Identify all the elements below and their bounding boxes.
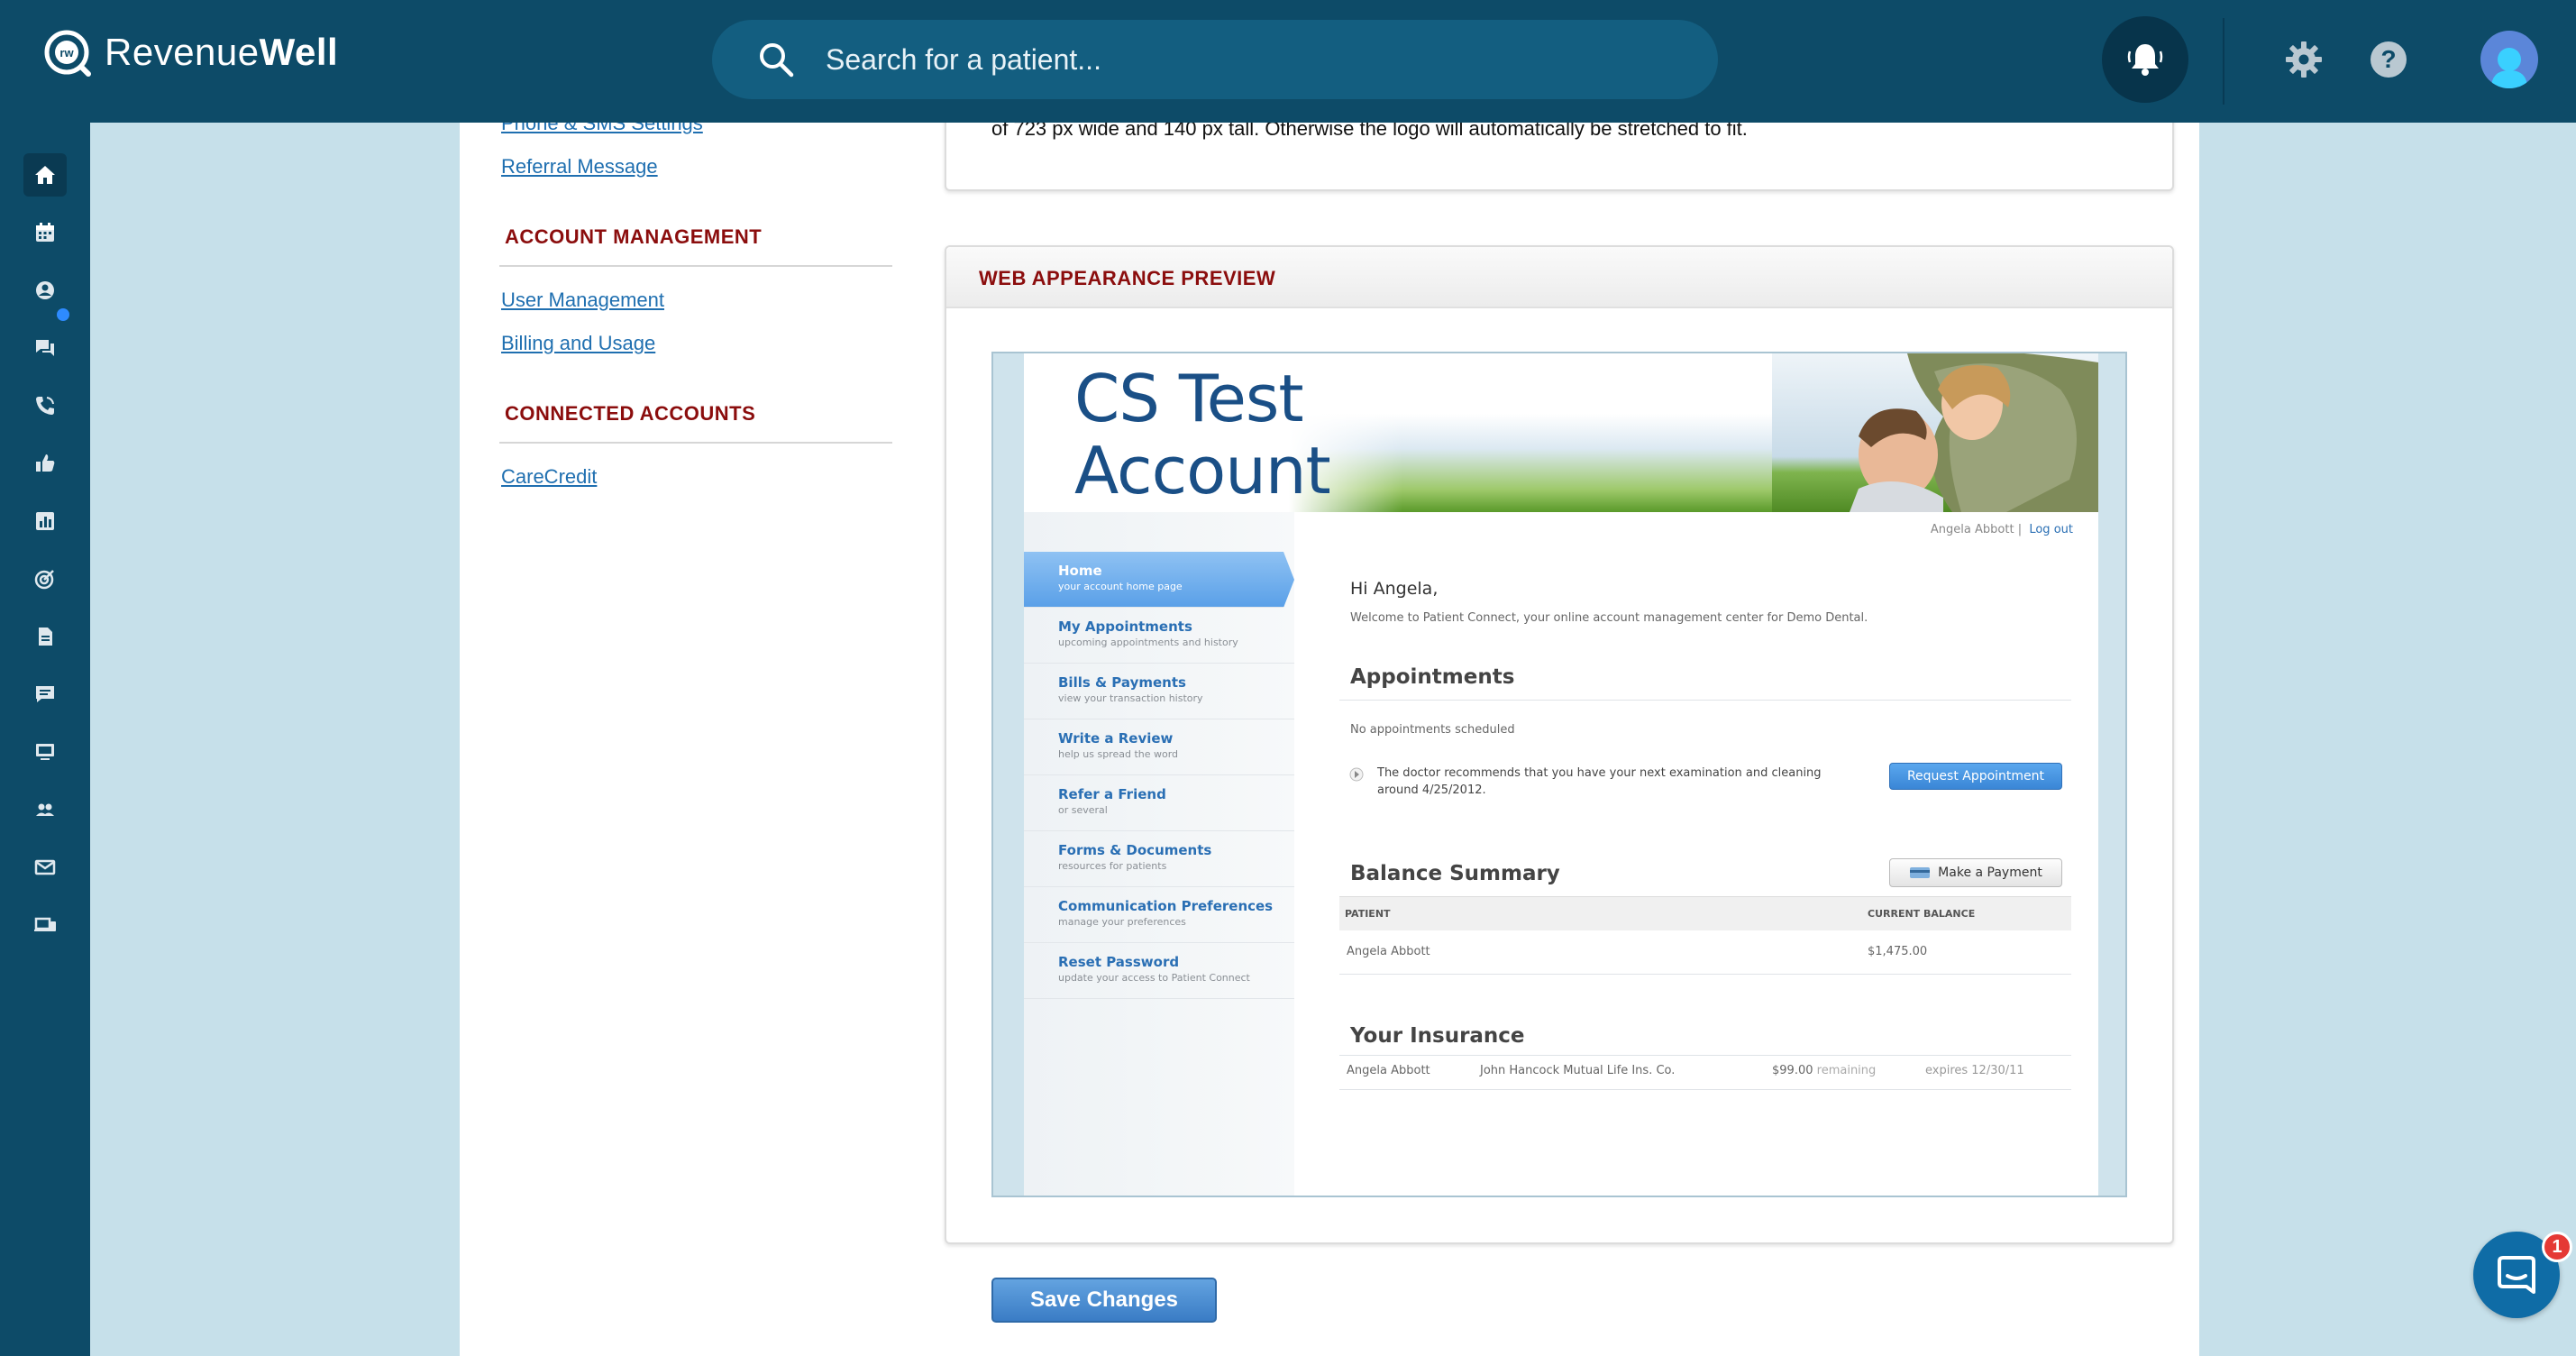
- banner-photo: [1772, 353, 2098, 512]
- link-user-management[interactable]: User Management: [501, 289, 664, 312]
- portal-content: Angela Abbott | Log out Hi Angela, Welco…: [1294, 512, 2098, 1196]
- person-icon: [2491, 48, 2527, 88]
- link-referral-message[interactable]: Referral Message: [501, 155, 658, 179]
- portal-insurance-heading: Your Insurance: [1350, 1024, 1525, 1048]
- portal-side-nav: Home your account home page My Appointmen…: [1024, 512, 1294, 1196]
- portal-account-title: CS Test Account: [1074, 361, 1331, 508]
- help-icon[interactable]: ?: [2369, 40, 2408, 79]
- portal-insurance-patient: Angela Abbott: [1347, 1064, 1430, 1077]
- brand-logo[interactable]: rw RevenueWell: [41, 27, 338, 78]
- portal-divider: [1339, 700, 2071, 701]
- portal-nav-review[interactable]: Write a Review help us spread the word: [1024, 719, 1294, 775]
- group-icon: [36, 803, 54, 816]
- portal-divider: [1339, 1055, 2071, 1056]
- section-divider: [499, 265, 892, 267]
- portal-greeting: Hi Angela,: [1350, 579, 1439, 599]
- card-header: WEB APPEARANCE PREVIEW: [946, 247, 2172, 308]
- phone-icon: [36, 397, 54, 415]
- portal-insurance-remaining: $99.00 remaining: [1772, 1064, 1877, 1077]
- brand-name: RevenueWell: [105, 31, 339, 73]
- notifications-button[interactable]: [2102, 16, 2188, 103]
- user-icon: [36, 281, 54, 299]
- link-billing-and-usage[interactable]: Billing and Usage: [501, 332, 655, 355]
- mail-icon: [34, 859, 56, 875]
- portal-no-appointments: No appointments scheduled: [1350, 723, 1515, 737]
- portal-insurance-company: John Hancock Mutual Life Ins. Co.: [1480, 1064, 1676, 1077]
- bell-icon: [2127, 44, 2163, 76]
- portal-divider: [1339, 1089, 2071, 1090]
- comment-icon: [36, 686, 54, 702]
- portal-balance-amount: $1,475.00: [1868, 945, 1928, 958]
- notification-dot: [57, 308, 69, 321]
- section-heading-connected-accounts: CONNECTED ACCOUNTS: [505, 402, 756, 425]
- thumbs-up-icon: [36, 454, 55, 472]
- card-icon: [1910, 867, 1931, 878]
- search-icon: [760, 43, 794, 78]
- toolbar-divider: [2223, 18, 2224, 105]
- portal-nav-appointments[interactable]: My Appointments upcoming appointments and…: [1024, 608, 1294, 664]
- home-icon: [35, 166, 55, 184]
- sidebar-item-feedback[interactable]: [23, 673, 67, 716]
- devices-icon: [34, 917, 56, 931]
- sidebar-item-calls[interactable]: [23, 384, 67, 427]
- sidebar-item-team[interactable]: [23, 788, 67, 831]
- card-title: WEB APPEARANCE PREVIEW: [979, 267, 1276, 289]
- portal-request-appointment-button[interactable]: Request Appointment: [1889, 763, 2062, 790]
- user-avatar[interactable]: [2480, 31, 2538, 88]
- portal-insurance-expires: expires 12/30/11: [1925, 1064, 2024, 1077]
- calendar-icon: [36, 223, 54, 242]
- target-icon: [34, 570, 54, 590]
- save-changes-button[interactable]: Save Changes: [991, 1278, 1217, 1323]
- sidebar-item-forms[interactable]: [23, 615, 67, 658]
- chat-badge: 1: [2542, 1232, 2572, 1262]
- top-bar: rw RevenueWell ?: [0, 0, 2576, 123]
- bar-chart-icon: [36, 512, 54, 530]
- sidebar-item-email[interactable]: [23, 846, 67, 889]
- portal-balance-table-header: PATIENT CURRENT BALANCE: [1339, 896, 2071, 930]
- document-icon: [39, 628, 52, 646]
- logo-mark-icon: rw: [44, 30, 91, 77]
- link-carecredit[interactable]: CareCredit: [501, 465, 597, 489]
- sidebar-item-devices[interactable]: [23, 903, 67, 947]
- portal-appointments-heading: Appointments: [1350, 665, 1515, 689]
- portal-nav-refer[interactable]: Refer a Friend or several: [1024, 775, 1294, 831]
- portal-divider: [1339, 974, 2071, 975]
- portal-nav-reset-password[interactable]: Reset Password update your access to Pati…: [1024, 943, 1294, 999]
- portal-logout-link[interactable]: Log out: [2029, 523, 2073, 536]
- sidebar-item-display[interactable]: [23, 730, 67, 774]
- gear-icon[interactable]: [2284, 40, 2324, 79]
- portal-balance-heading: Balance Summary: [1350, 862, 1560, 885]
- sidebar-item-home[interactable]: [23, 153, 67, 197]
- svg-text:?: ?: [2380, 45, 2396, 73]
- portal-nav-bills[interactable]: Bills & Payments view your transaction hi…: [1024, 664, 1294, 719]
- sidebar-item-schedule[interactable]: [23, 211, 67, 254]
- sidebar-item-campaigns[interactable]: [23, 557, 67, 600]
- portal-nav-communication[interactable]: Communication Preferences manage your pre…: [1024, 887, 1294, 943]
- play-circle-icon: [1349, 767, 1364, 782]
- chat-icon: [36, 340, 54, 356]
- section-divider: [499, 442, 892, 444]
- portal-welcome: Welcome to Patient Connect, your online …: [1350, 611, 1868, 625]
- sidebar-item-patients[interactable]: [23, 269, 67, 312]
- portal-user-bar: Angela Abbott | Log out: [1930, 523, 2073, 536]
- portal-balance-patient: Angela Abbott: [1347, 945, 1430, 958]
- portal-make-payment-button[interactable]: Make a Payment: [1889, 858, 2062, 887]
- sidebar-item-reports[interactable]: [23, 499, 67, 543]
- search-input[interactable]: [826, 42, 1637, 77]
- section-heading-account-management: ACCOUNT MANAGEMENT: [505, 225, 763, 248]
- portal-banner: CS Test Account: [1024, 353, 2098, 512]
- svg-text:rw: rw: [59, 46, 74, 60]
- patient-search[interactable]: [712, 20, 1718, 99]
- sidebar-item-messages[interactable]: [23, 326, 67, 370]
- portal-nav-home[interactable]: Home your account home page: [1024, 552, 1294, 608]
- monitor-icon: [36, 744, 54, 760]
- portal-recommendation: The doctor recommends that you have your…: [1377, 766, 1822, 797]
- sidebar: [0, 123, 90, 1356]
- sidebar-item-reviews[interactable]: [23, 442, 67, 485]
- portal-preview-image: CS Test Account Home your account home pa…: [991, 352, 2127, 1197]
- chat-bubble-icon: [2498, 1256, 2535, 1294]
- portal-nav-forms[interactable]: Forms & Documents resources for patients: [1024, 831, 1294, 887]
